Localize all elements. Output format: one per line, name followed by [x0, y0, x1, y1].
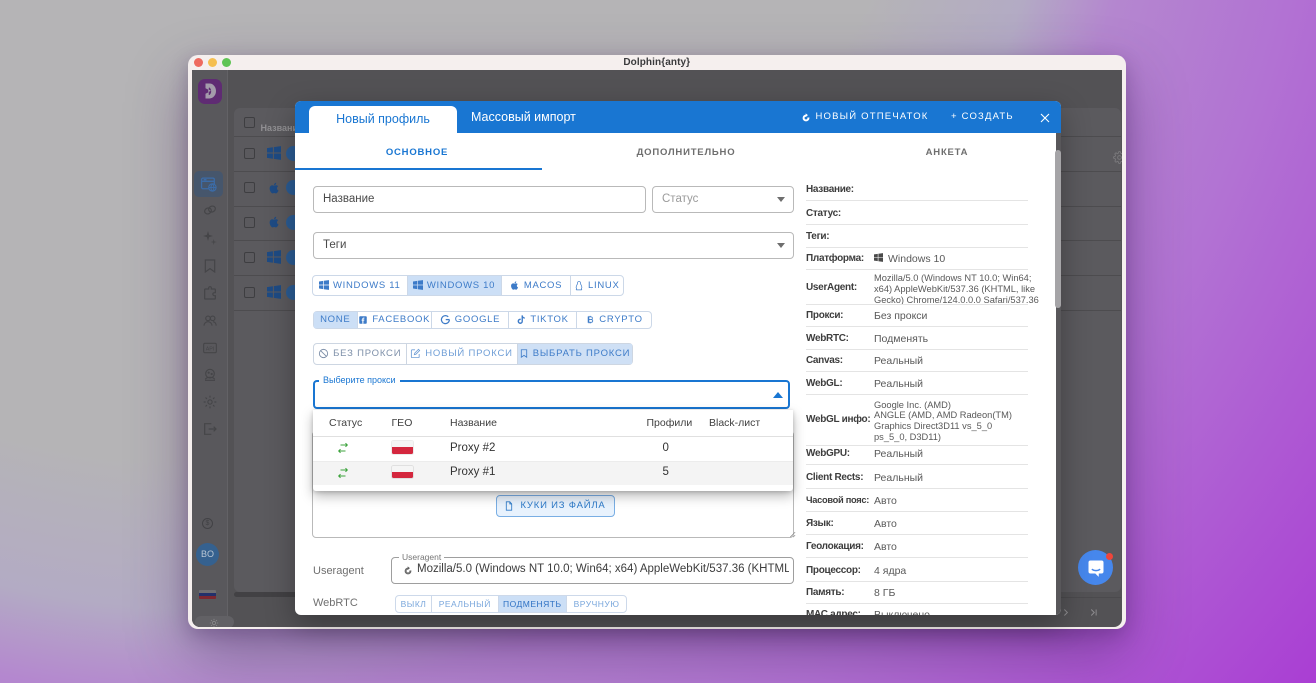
svg-text:API: API: [205, 346, 214, 352]
